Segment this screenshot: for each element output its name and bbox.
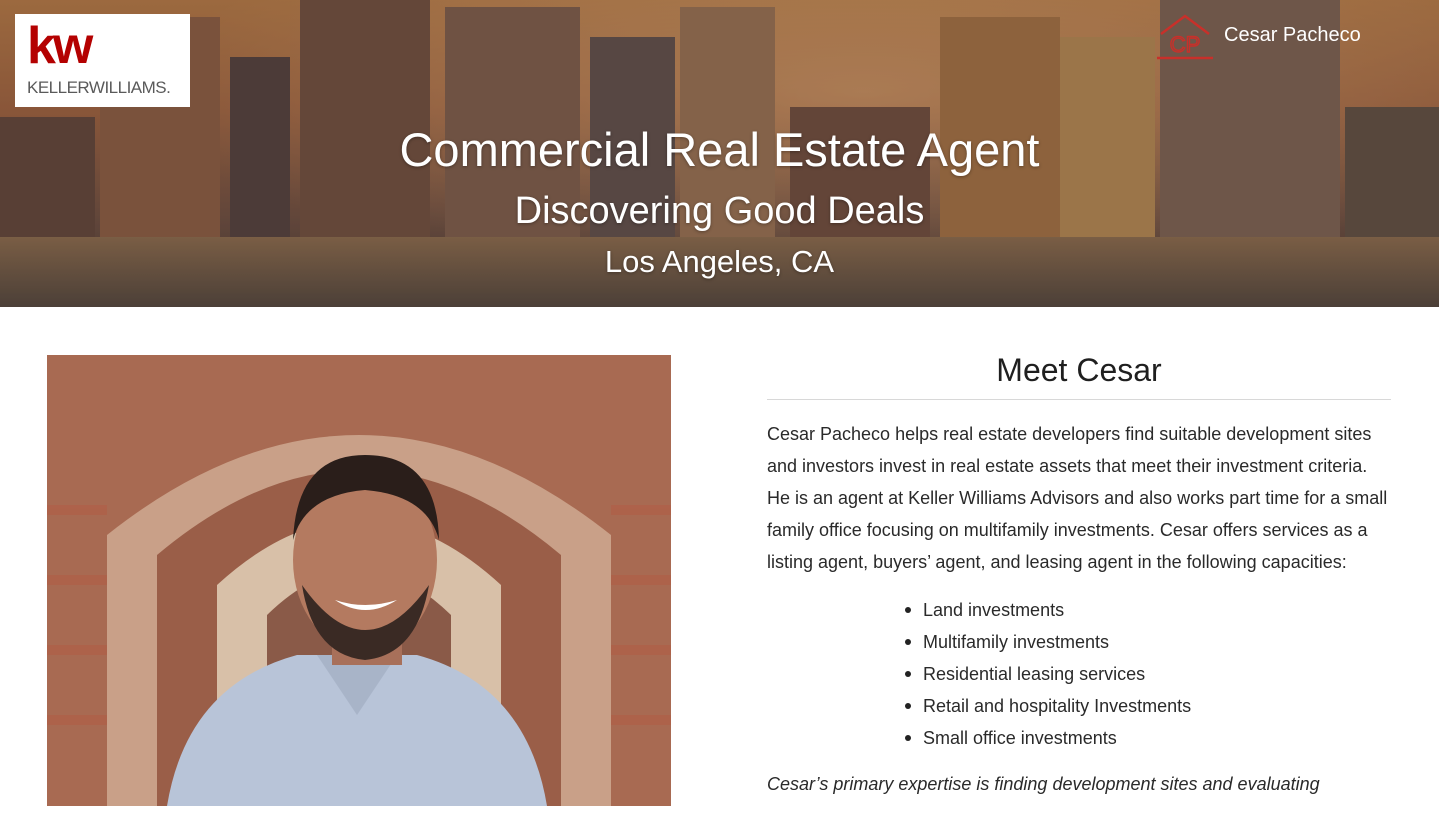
- list-item: Retail and hospitality Investments: [905, 690, 1391, 722]
- services-list: Land investments Multifamily investments…: [767, 594, 1391, 754]
- keller-williams-logo[interactable]: kw KELLERWILLIAMS.: [15, 14, 190, 107]
- agent-photo-image: [47, 355, 671, 806]
- hero-title: Commercial Real Estate Agent: [399, 123, 1040, 176]
- list-item: Residential leasing services: [905, 658, 1391, 690]
- cp-monogram-icon[interactable]: CP: [1155, 12, 1215, 62]
- logo-wordmark: KELLERWILLIAMS.: [27, 78, 171, 97]
- list-item: Multifamily investments: [905, 626, 1391, 658]
- about-heading: Meet Cesar: [767, 352, 1391, 400]
- hero-location: Los Angeles, CA: [604, 244, 835, 279]
- agent-name-link[interactable]: Cesar Pacheco: [1224, 24, 1361, 47]
- hero-subtitle: Discovering Good Deals: [514, 190, 925, 232]
- about-bio: Cesar Pacheco helps real estate develope…: [767, 424, 1388, 572]
- about-more-text: Cesar’s primary expertise is finding dev…: [767, 774, 1320, 794]
- agent-photo: [47, 355, 671, 806]
- logo-mark: kw: [27, 17, 93, 75]
- list-item: Land investments: [905, 594, 1391, 626]
- list-item: Small office investments: [905, 722, 1391, 754]
- about-section: Meet Cesar Cesar Pacheco helps real esta…: [767, 352, 1391, 800]
- svg-text:CP: CP: [1170, 32, 1201, 57]
- hero-banner: kw KELLERWILLIAMS. CP Cesar Pacheco Comm…: [0, 0, 1439, 307]
